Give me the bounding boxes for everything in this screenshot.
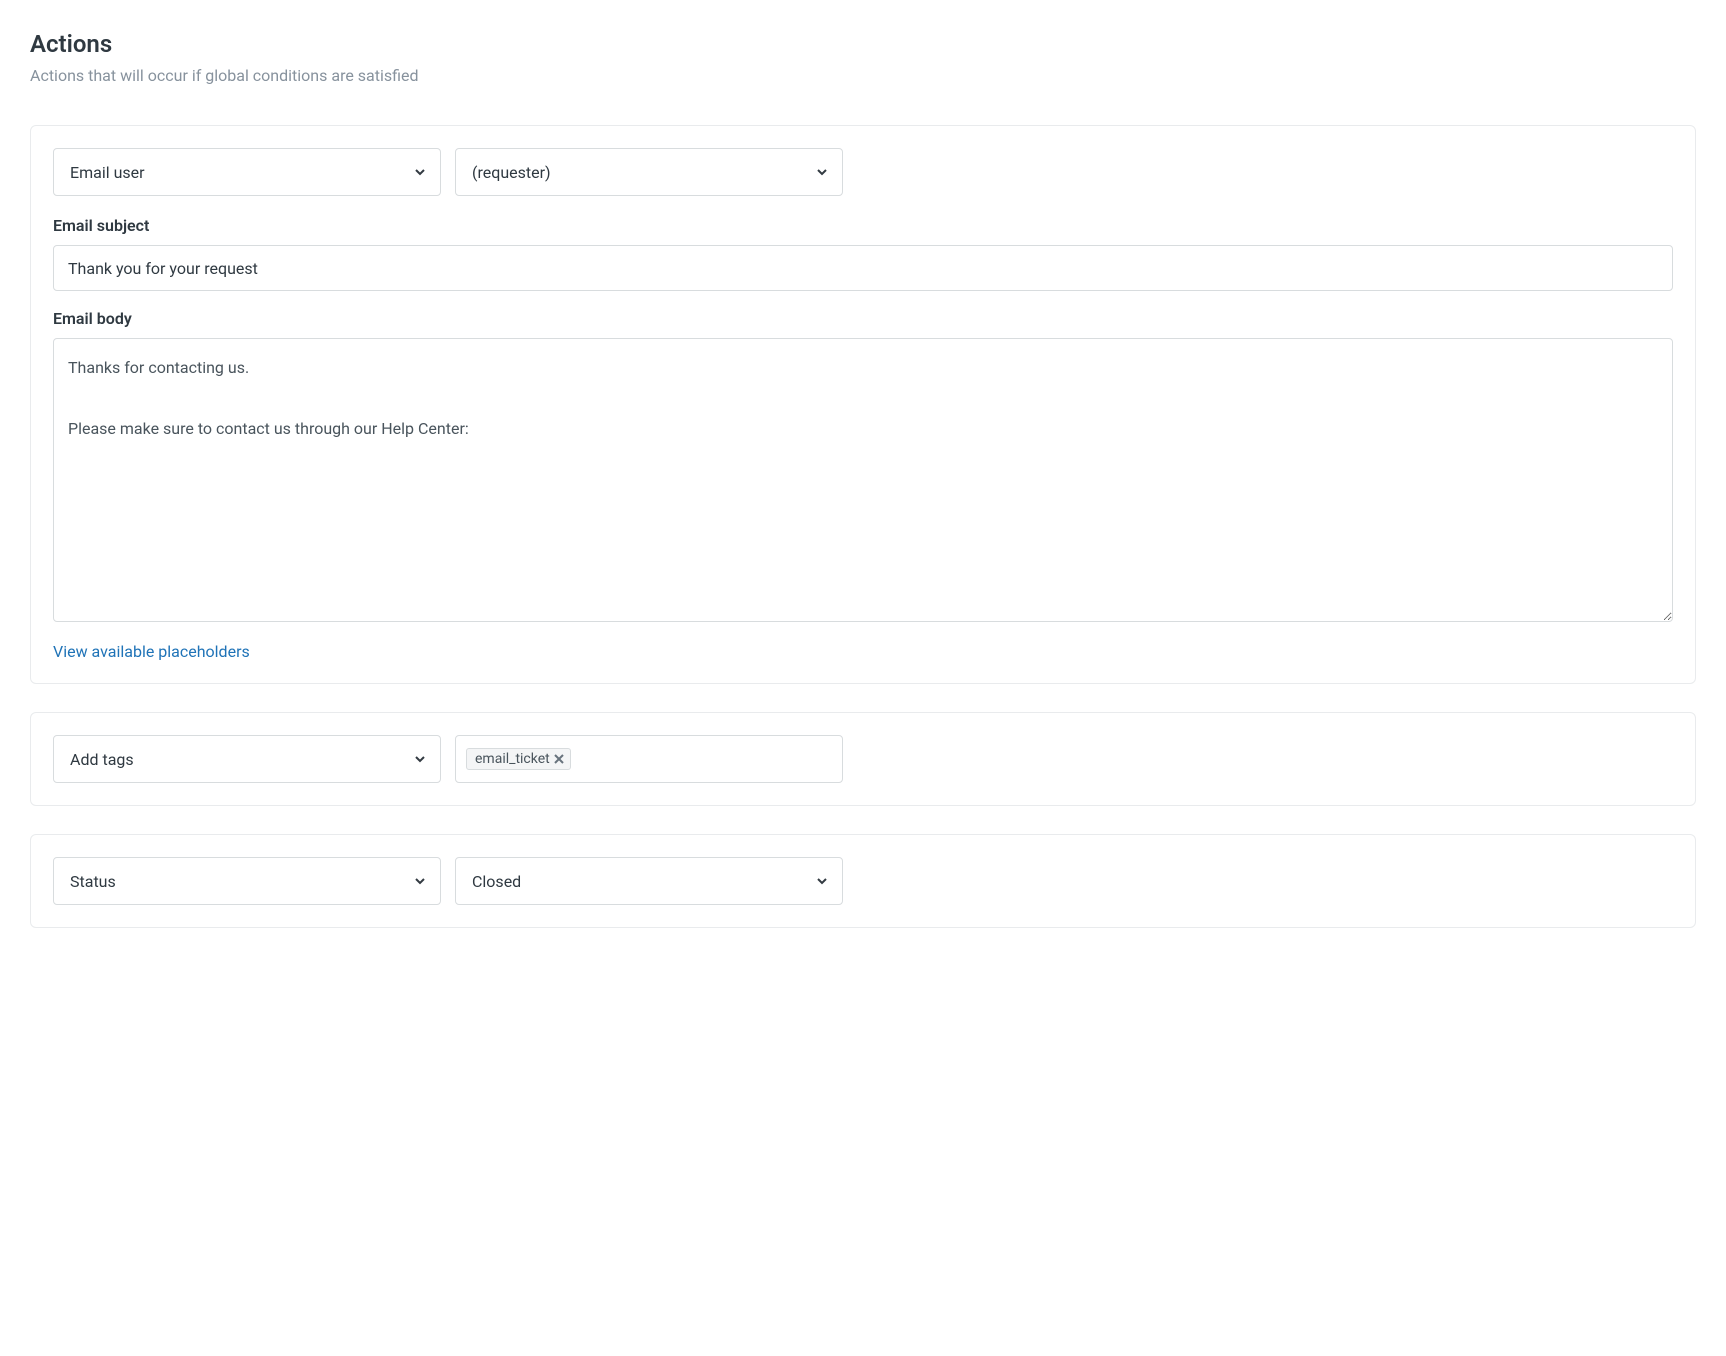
action-type-value: Status	[70, 872, 116, 891]
page-title: Actions	[30, 30, 1696, 58]
chevron-down-icon	[414, 753, 426, 765]
email-body-label: Email body	[53, 309, 1673, 328]
status-value: Closed	[472, 872, 521, 891]
recipient-select[interactable]: (requester)	[455, 148, 843, 196]
action-type-select[interactable]: Email user	[53, 148, 441, 196]
email-body-textarea[interactable]	[53, 338, 1673, 622]
action-card-status: Status Closed	[30, 834, 1696, 928]
action-card-tags: Add tags email_ticket	[30, 712, 1696, 806]
chevron-down-icon	[816, 166, 828, 178]
select-row: Email user (requester)	[53, 148, 1673, 196]
action-type-select[interactable]: Status	[53, 857, 441, 905]
select-row: Add tags email_ticket	[53, 735, 1673, 783]
close-icon[interactable]	[554, 754, 564, 764]
recipient-value: (requester)	[472, 163, 551, 182]
action-card-email: Email user (requester) Email subject Ema…	[30, 125, 1696, 684]
chevron-down-icon	[414, 166, 426, 178]
action-type-value: Email user	[70, 163, 145, 182]
page-subtitle: Actions that will occur if global condit…	[30, 66, 1696, 85]
view-placeholders-link[interactable]: View available placeholders	[53, 642, 250, 661]
email-subject-input[interactable]	[53, 245, 1673, 291]
tags-input[interactable]: email_ticket	[455, 735, 843, 783]
chevron-down-icon	[816, 875, 828, 887]
tag-label: email_ticket	[475, 751, 550, 767]
chevron-down-icon	[414, 875, 426, 887]
select-row: Status Closed	[53, 857, 1673, 905]
status-value-select[interactable]: Closed	[455, 857, 843, 905]
action-type-value: Add tags	[70, 750, 134, 769]
email-subject-label: Email subject	[53, 216, 1673, 235]
tag-chip: email_ticket	[466, 748, 571, 770]
action-type-select[interactable]: Add tags	[53, 735, 441, 783]
